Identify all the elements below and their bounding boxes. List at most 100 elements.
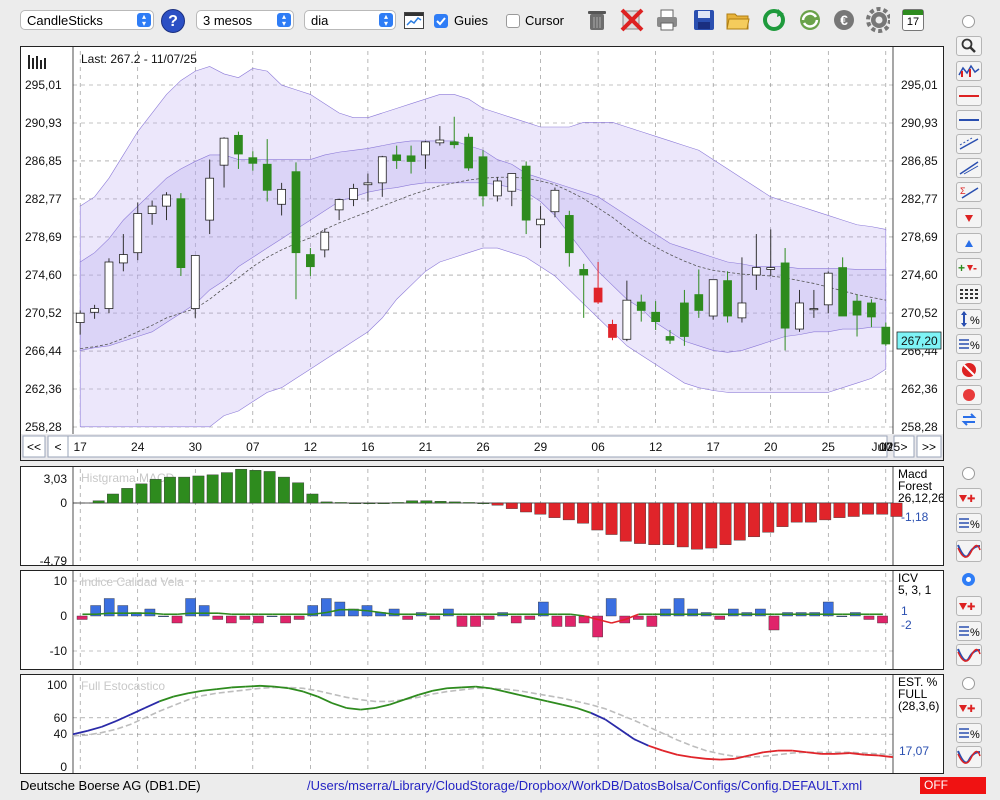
panel-radio-stochastic[interactable] — [962, 677, 975, 690]
lines-stack-icon[interactable] — [956, 284, 982, 304]
stochastic-k-line — [604, 718, 621, 731]
candle — [277, 188, 286, 205]
stochastic-k-line — [576, 707, 592, 714]
current-price-tag: 267,20 — [896, 331, 942, 350]
trend-line-icon[interactable] — [956, 158, 982, 178]
percent-lines-icon[interactable]: % — [956, 513, 982, 533]
cursor-checkbox[interactable] — [506, 14, 520, 28]
oscillator-style-icon[interactable] — [956, 540, 982, 562]
chart-style-icon[interactable] — [404, 12, 424, 29]
help-icon[interactable]: ? — [161, 9, 185, 33]
macd-bar — [491, 502, 504, 506]
arrow-down-red-icon[interactable] — [956, 208, 982, 228]
icv-bar — [429, 615, 441, 620]
svg-text:%: % — [970, 729, 980, 741]
axis-tick-label: 100 — [47, 678, 67, 692]
stochastic-k-line — [677, 753, 692, 759]
cursor-label: Cursor — [525, 13, 565, 28]
macd-bar — [762, 502, 775, 533]
panel-radio-icv[interactable] — [962, 573, 975, 586]
stochastic-k-line — [216, 686, 232, 690]
macd-value: -1,18 — [901, 510, 929, 524]
open-folder-icon[interactable] — [726, 8, 750, 32]
channel-tool-icon[interactable] — [956, 134, 982, 154]
icv-title: Indice Calidad Vela — [81, 575, 184, 589]
icv-bar — [266, 615, 278, 618]
date-tick-label: 07 — [246, 440, 260, 454]
candle — [104, 261, 114, 309]
candle — [694, 294, 704, 311]
chart-mode-icon[interactable] — [956, 61, 982, 81]
nav-first-button[interactable]: << — [22, 435, 46, 458]
sync-icon[interactable] — [798, 8, 822, 32]
panel-radio-main[interactable] — [962, 15, 975, 28]
stop-icon[interactable] — [956, 360, 982, 380]
candle — [291, 171, 301, 254]
delete-icon[interactable] — [620, 8, 644, 32]
candle — [852, 300, 862, 316]
icv-bar — [198, 605, 210, 617]
nav-prev-button[interactable]: < — [47, 435, 69, 458]
settings-icon[interactable] — [866, 7, 890, 33]
stochastic-k-line — [360, 707, 376, 711]
trash-icon[interactable] — [585, 8, 609, 32]
candle — [751, 267, 761, 276]
move-indicator-icon[interactable]: ✚ — [956, 698, 982, 718]
svg-text:✚: ✚ — [967, 494, 975, 504]
euro-icon[interactable]: € — [832, 8, 856, 32]
date-tick-label: 26 — [476, 440, 490, 454]
move-indicator-icon[interactable]: ✚ — [956, 488, 982, 508]
price-tick-label: 266,44 — [25, 344, 62, 358]
horizontal-line-blue-icon[interactable] — [956, 110, 982, 130]
macd-bar — [320, 501, 333, 504]
fibonacci-icon[interactable]: Σ — [956, 182, 982, 202]
stochastic-k-line — [518, 693, 534, 699]
save-icon[interactable] — [692, 8, 716, 32]
percent-lines-icon[interactable]: % — [956, 621, 982, 641]
candle — [550, 189, 560, 213]
macd-bar — [833, 502, 846, 518]
macd-bar — [648, 502, 661, 545]
calendar-icon[interactable]: 17 — [902, 9, 924, 31]
period-select[interactable]: 3 mesos ▴ ▾ — [196, 10, 294, 30]
macd-bar — [406, 500, 418, 504]
status-badge[interactable]: OFF — [920, 777, 986, 794]
interval-value: dia — [311, 13, 329, 28]
config-path[interactable]: /Users/mserra/Library/CloudStorage/Dropb… — [307, 778, 862, 793]
nav-last-button[interactable]: >> — [916, 435, 942, 458]
candlestick-chart[interactable]: 295,01 290,93 286,85 282,77 278,69 274,60 270,… — [21, 47, 943, 460]
chart-type-select[interactable]: CandleSticks ▴ ▾ — [20, 10, 154, 30]
arrow-up-blue-icon[interactable] — [956, 233, 982, 253]
panel-radio-macd[interactable] — [962, 467, 975, 480]
add-remove-indicator-icon[interactable]: + - — [956, 258, 982, 278]
macd-histogram-chart[interactable]: Histgrama MACD 3,030-4,79 Macd Forest 26… — [21, 467, 945, 568]
icv-bar — [470, 615, 481, 627]
horizontal-line-red-icon[interactable] — [956, 86, 982, 106]
stochastic-chart[interactable]: Full Estocastico 10060400 EST. % FULL (2… — [21, 675, 943, 774]
oscillator-style-icon[interactable] — [956, 644, 982, 666]
record-icon[interactable] — [956, 385, 982, 405]
candle — [579, 269, 589, 276]
icv-bar — [877, 615, 888, 624]
svg-text:%: % — [970, 340, 980, 352]
macd-bar — [221, 472, 233, 504]
print-icon[interactable] — [655, 8, 679, 32]
move-indicator-icon[interactable]: ✚ — [956, 596, 982, 616]
candle — [622, 299, 632, 340]
interval-select[interactable]: dia ▴ ▾ — [304, 10, 396, 30]
swap-icon[interactable] — [956, 409, 982, 429]
svg-text:-: - — [973, 261, 977, 275]
candle — [133, 213, 143, 254]
date-tick-label: 06 — [591, 440, 605, 454]
percent-range-icon[interactable]: % — [956, 309, 982, 329]
zoom-icon[interactable] — [956, 36, 982, 56]
oscillator-style-icon[interactable] — [956, 746, 982, 768]
refresh-icon[interactable] — [762, 8, 786, 32]
candle — [593, 287, 603, 303]
percent-lines-icon[interactable]: % — [956, 723, 982, 743]
guides-checkbox[interactable] — [434, 14, 448, 28]
percent-lines-icon[interactable]: % — [956, 334, 982, 354]
icv-chart[interactable]: Indice Calidad Vela 100-10 ICV 5, 3, 1 1… — [21, 571, 943, 669]
macd-panel: Histgrama MACD 3,03 0 -4,79 Macd Forest 26… — [20, 466, 945, 568]
candle — [449, 141, 459, 146]
